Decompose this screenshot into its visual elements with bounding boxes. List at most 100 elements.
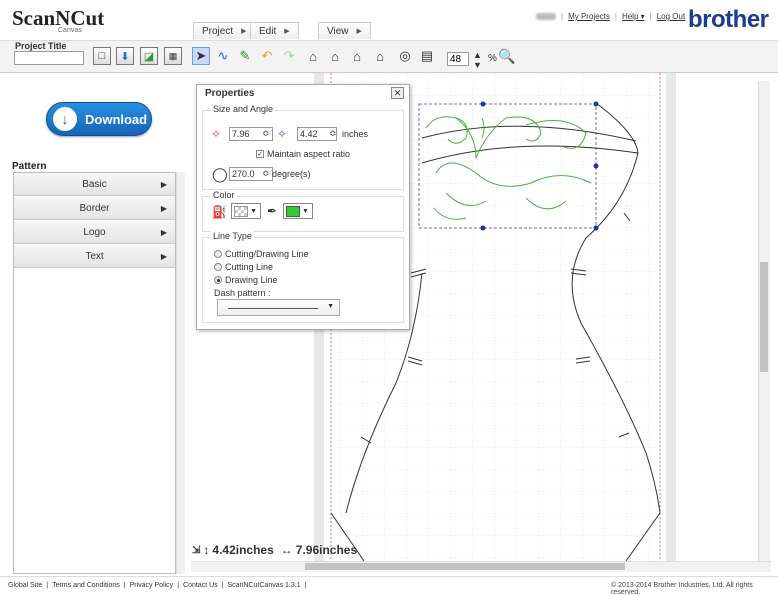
angle-value: 270.0 xyxy=(232,169,255,179)
pattern-item-label: Text xyxy=(85,250,104,262)
checkbox-checked-icon[interactable]: ✓ xyxy=(256,150,264,158)
line-color-pen-icon: ✒ xyxy=(267,204,278,218)
new-project-button[interactable]: □ xyxy=(93,47,111,65)
maintain-ratio-label: Maintain aspect ratio xyxy=(267,149,351,159)
radio-icon[interactable] xyxy=(214,263,222,271)
height-icon: ⟡ xyxy=(278,126,286,140)
text-tool[interactable]: ▤ xyxy=(418,47,436,65)
shape-tool-2[interactable]: ⌂ xyxy=(326,47,344,65)
fill-color-picker[interactable]: ▼ xyxy=(231,203,261,219)
pointer-icon: ➤ xyxy=(195,48,207,63)
width-spinner[interactable]: ≎ xyxy=(262,128,270,139)
color-label: Color xyxy=(211,190,237,200)
line-option-cutting-drawing[interactable]: Cutting/Drawing Line xyxy=(214,249,309,259)
dash-line-preview xyxy=(228,308,318,309)
width-arrow-icon: ↔ xyxy=(280,543,293,557)
horizontal-scroll-thumb[interactable] xyxy=(305,563,625,570)
footer-link-global-site[interactable]: Global Site xyxy=(8,582,42,589)
menu-project[interactable]: Project ▶ xyxy=(193,22,256,39)
line-tool[interactable]: ∿ xyxy=(214,47,232,65)
close-icon[interactable]: ✕ xyxy=(391,87,404,99)
undo-button[interactable]: ↶ xyxy=(258,47,276,65)
help-link[interactable]: Help ▾ xyxy=(622,12,645,21)
fill-bucket-icon: ⛽ xyxy=(212,205,227,219)
chevron-right-icon: ▶ xyxy=(160,227,167,237)
save-button[interactable]: ⬇ xyxy=(116,47,134,65)
undo-icon: ↶ xyxy=(261,48,273,63)
menu-edit-label: Edit xyxy=(259,25,277,37)
image-button[interactable]: ▦ xyxy=(164,47,182,65)
line-color-picker[interactable]: ▼ xyxy=(283,203,313,219)
maintain-ratio-row[interactable]: ✓ Maintain aspect ratio xyxy=(256,149,350,159)
chevron-right-icon: ▶ xyxy=(241,28,247,35)
pattern-scrollbar[interactable] xyxy=(176,172,185,574)
footer-version: ScanNCutCanvas 1.3.1 xyxy=(227,582,301,589)
pattern-item-border[interactable]: Border ▶ xyxy=(14,197,175,220)
line-option-drawing[interactable]: Drawing Line xyxy=(214,275,278,285)
shape-icon: ⌂ xyxy=(309,48,317,64)
shape-subtract-icon: ⌂ xyxy=(353,48,361,64)
height-spinner[interactable]: ≎ xyxy=(329,128,337,139)
pattern-item-logo[interactable]: Logo ▶ xyxy=(14,221,175,244)
shape-tool-1[interactable]: ⌂ xyxy=(304,47,322,65)
square-icon: □ xyxy=(98,50,106,62)
shape-tool-4[interactable]: ⌂ xyxy=(371,47,389,65)
vertical-scroll-thumb[interactable] xyxy=(760,262,768,372)
logout-link[interactable]: Log Out xyxy=(657,12,685,21)
chevron-right-icon: ▶ xyxy=(284,28,290,35)
footer-link-terms[interactable]: Terms and Conditions xyxy=(52,582,120,589)
pattern-item-basic[interactable]: Basic ▶ xyxy=(14,173,175,196)
pattern-item-label: Logo xyxy=(83,226,106,238)
copyright: © 2013-2014 Brother Industries, Ltd. All… xyxy=(611,582,753,596)
width-readout: 7.96inches xyxy=(295,543,358,557)
redo-button[interactable]: ↷ xyxy=(280,47,298,65)
line-option-label: Cutting/Drawing Line xyxy=(225,249,309,259)
menu-edit[interactable]: Edit ▶ xyxy=(250,22,299,39)
properties-title: Properties xyxy=(205,88,255,99)
select-tool[interactable]: ➤ xyxy=(192,47,210,65)
pen-tool[interactable]: ✎ xyxy=(236,47,254,65)
menu-view[interactable]: View ▶ xyxy=(318,22,371,39)
line-option-label: Cutting Line xyxy=(225,262,274,272)
green-swatch xyxy=(286,205,300,217)
radio-icon[interactable] xyxy=(214,250,222,258)
import-button[interactable]: ◪ xyxy=(140,47,158,65)
zoom-magnifier-icon[interactable]: 🔍 xyxy=(498,48,515,65)
pattern-item-text[interactable]: Text ▶ xyxy=(14,245,175,268)
mat-ruler-right xyxy=(666,73,676,561)
username-redacted xyxy=(536,13,556,20)
download-arrow-icon: ↓ xyxy=(53,107,77,131)
outline-tool[interactable]: ◎ xyxy=(396,47,414,65)
image-icon: ▦ xyxy=(168,50,178,61)
my-projects-link[interactable]: My Projects xyxy=(568,12,610,21)
top-links: | My Projects | Help ▾ | Log Out xyxy=(536,12,685,21)
shape-union-icon: ⌂ xyxy=(331,48,339,64)
line-option-label: Drawing Line xyxy=(225,275,278,285)
shape-tool-3[interactable]: ⌂ xyxy=(348,47,366,65)
import-icon: ◪ xyxy=(143,50,155,63)
footer-link-contact[interactable]: Contact Us xyxy=(183,582,218,589)
zoom-unit: % xyxy=(488,53,497,64)
download-button[interactable]: ↓ Download xyxy=(46,102,152,136)
size-angle-label: Size and Angle xyxy=(211,104,276,114)
dash-pattern-select[interactable]: ▼ xyxy=(217,299,340,316)
zoom-spinner[interactable]: ▲ ▼ xyxy=(473,50,482,70)
chevron-right-icon: ▶ xyxy=(160,179,167,189)
chevron-right-icon: ▶ xyxy=(160,251,167,261)
redo-icon: ↷ xyxy=(283,48,295,63)
line-option-cutting[interactable]: Cutting Line xyxy=(214,262,273,272)
chevron-right-icon: ▶ xyxy=(356,28,362,35)
resize-icon: ⇲ xyxy=(192,544,201,556)
shape-intersect-icon: ⌂ xyxy=(376,48,384,64)
radio-selected-icon[interactable] xyxy=(214,276,222,284)
unit-label: inches xyxy=(342,129,369,139)
line-type-label: Line Type xyxy=(211,231,254,241)
dash-pattern-label: Dash pattern : xyxy=(214,288,271,298)
height-value: 4.42 xyxy=(300,129,318,139)
angle-spinner[interactable]: ≎ xyxy=(262,168,270,179)
width-icon: ⟡ xyxy=(212,126,220,140)
pattern-item-label: Basic xyxy=(82,178,107,190)
footer-link-privacy[interactable]: Privacy Policy xyxy=(130,582,174,589)
zoom-input[interactable] xyxy=(447,52,469,66)
project-title-input[interactable] xyxy=(14,51,84,65)
